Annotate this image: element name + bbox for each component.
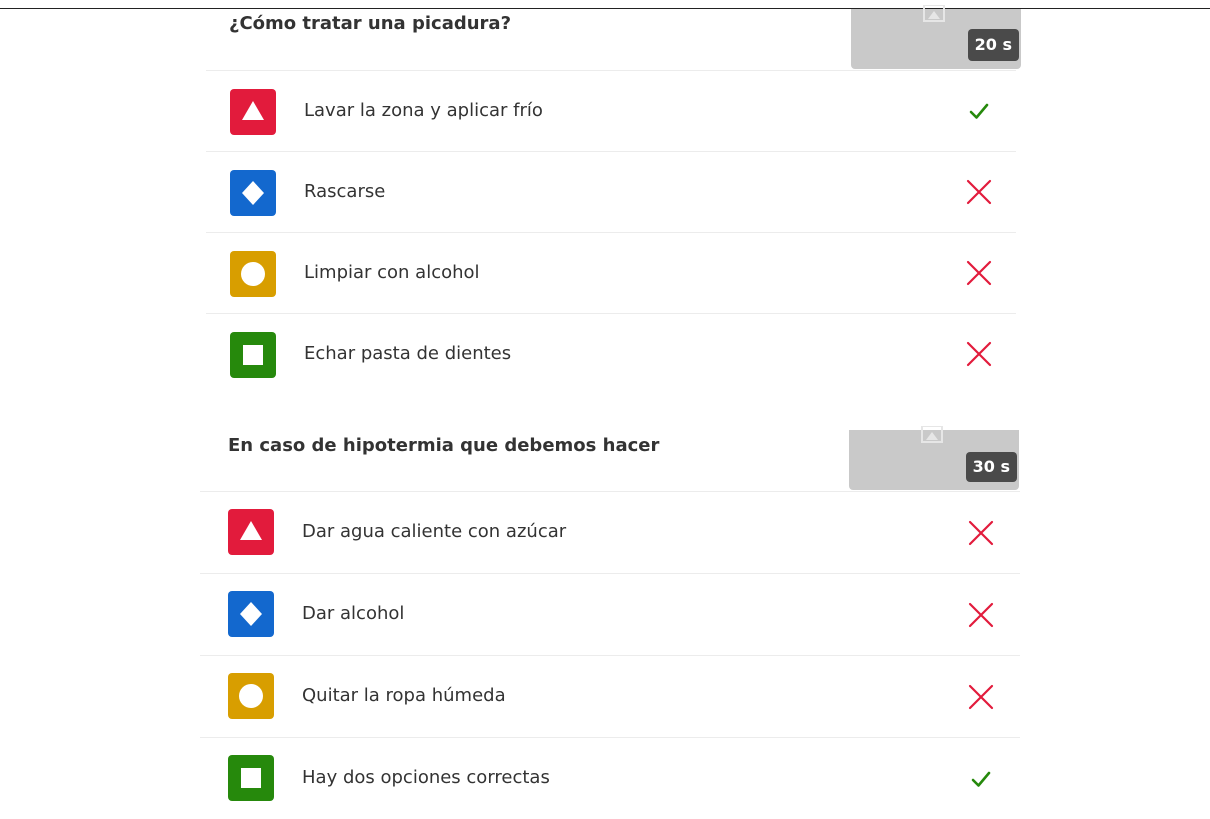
triangle-icon: [228, 509, 274, 555]
answer-text: Lavar la zona y aplicar frío: [304, 100, 543, 121]
cross-icon: [968, 602, 994, 628]
image-placeholder-icon: [921, 426, 943, 443]
question-card[interactable]: En caso de hipotermia que debemos hacer …: [200, 426, 1020, 819]
square-icon: [230, 332, 276, 378]
question-thumbnail[interactable]: 30 s: [849, 426, 1019, 490]
cross-icon: [968, 520, 994, 546]
question-header: ¿Cómo tratar una picadura? 20 s: [206, 5, 1021, 71]
diamond-icon: [228, 591, 274, 637]
answer-row: Lavar la zona y aplicar frío: [206, 71, 1016, 152]
answer-text: Dar alcohol: [302, 603, 405, 624]
time-limit-badge: 30 s: [965, 452, 1017, 482]
answer-text: Echar pasta de dientes: [304, 343, 512, 364]
cross-icon: [966, 179, 992, 205]
cross-icon: [968, 684, 994, 710]
answer-row: Limpiar con alcohol: [206, 233, 1016, 314]
question-title: ¿Cómo tratar una picadura?: [229, 13, 512, 34]
answer-text: Quitar la ropa húmeda: [302, 685, 506, 706]
square-icon: [228, 755, 274, 801]
question-header: En caso de hipotermia que debemos hacer …: [200, 426, 1020, 492]
answer-row: Dar alcohol: [200, 574, 1020, 656]
answer-text: Limpiar con alcohol: [304, 262, 480, 283]
question-thumbnail[interactable]: 20 s: [851, 5, 1021, 69]
diamond-icon: [230, 170, 276, 216]
answer-text: Rascarse: [304, 181, 386, 202]
cross-icon: [966, 341, 992, 367]
image-placeholder-icon: [923, 5, 945, 22]
cross-icon: [966, 260, 992, 286]
circle-icon: [228, 673, 274, 719]
checkmark-icon: [971, 771, 991, 787]
answer-text: Hay dos opciones correctas: [302, 767, 550, 788]
checkmark-icon: [969, 103, 989, 119]
triangle-icon: [230, 89, 276, 135]
question-card[interactable]: ¿Cómo tratar una picadura? 20 s Lavar la…: [206, 5, 1021, 394]
answer-row: Quitar la ropa húmeda: [200, 656, 1020, 738]
answer-text: Dar agua caliente con azúcar: [302, 521, 567, 542]
answer-row: Dar agua caliente con azúcar: [200, 492, 1020, 574]
circle-icon: [230, 251, 276, 297]
answer-row: Echar pasta de dientes: [206, 314, 1016, 394]
time-limit-badge: 20 s: [967, 29, 1019, 61]
answer-row: Rascarse: [206, 152, 1016, 233]
question-title: En caso de hipotermia que debemos hacer: [228, 435, 660, 456]
answer-row: Hay dos opciones correctas: [200, 738, 1020, 819]
